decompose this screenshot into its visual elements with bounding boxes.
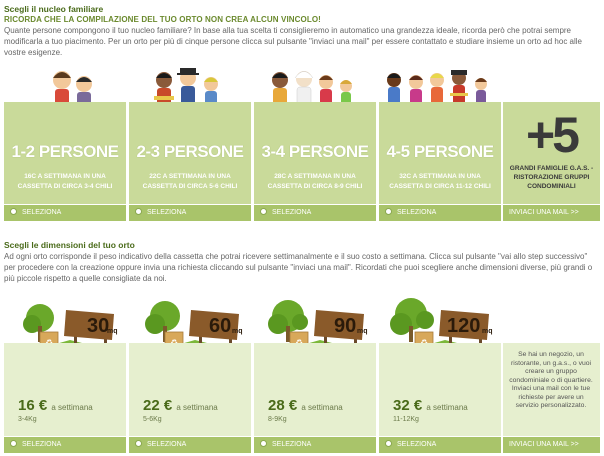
size-section-title: Scegli le dimensioni del tuo orto (4, 240, 135, 250)
radio-icon[interactable] (135, 208, 142, 215)
svg-text:mq: mq (482, 328, 493, 335)
size-option-card-60[interactable]: 22 € a settimana 5-6Kg (129, 343, 251, 436)
size-weight: 5-6Kg (143, 416, 162, 423)
size-select-radio-120[interactable]: SELEZIONA (379, 437, 501, 453)
family-option-desc: 16C A SETTIMANA IN UNA CASSETTA DI CIRCA… (17, 173, 113, 190)
family-intro: RICORDA CHE LA COMPILAZIONE DEL TUO ORTO… (4, 14, 600, 58)
family-section-title: Scegli il nucleo familiare (4, 4, 104, 14)
size-select-radio-90[interactable]: SELEZIONA (254, 437, 376, 453)
plus-five-label: +5 (525, 107, 580, 163)
radio-icon[interactable] (10, 440, 17, 447)
size-price: 22 € a settimana (143, 397, 218, 414)
size-weight: 11-12Kg (393, 416, 419, 423)
family-option-desc: 22C A SETTIMANA IN UNA CASSETTA DI CIRCA… (142, 173, 238, 190)
select-radio-2-3[interactable]: SELEZIONA (129, 205, 251, 221)
family-option-card-2-3[interactable]: 2-3 PERSONE 22C A SETTIMANA IN UNA CASSE… (129, 102, 251, 204)
select-radio-1-2[interactable]: SELEZIONA (4, 205, 126, 221)
size-price: 32 € a settimana (393, 397, 468, 414)
size-info-text: Se hai un negozio, un ristorante, un g.a… (509, 351, 593, 409)
svg-text:mq: mq (357, 328, 368, 335)
garden-sign-value: 30 (87, 315, 109, 337)
family-more-card: +5 GRANDI FAMIGLIE G.A.S. - RISTORAZIONE… (503, 102, 600, 204)
family-option-label: 2-3 PERSONE (136, 142, 244, 161)
family-option-card-4-5[interactable]: 4-5 PERSONE 32C A SETTIMANA IN UNA CASSE… (379, 102, 501, 204)
size-select-radio-30[interactable]: SELEZIONA (4, 437, 126, 453)
radio-icon[interactable] (385, 440, 392, 447)
size-weight: 3-4Kg (18, 416, 37, 423)
size-option-card-120[interactable]: 32 € a settimana 11-12Kg (379, 343, 501, 436)
radio-icon[interactable] (135, 440, 142, 447)
radio-icon[interactable] (260, 208, 267, 215)
family-option-desc: 32C A SETTIMANA IN UNA CASSETTA DI CIRCA… (389, 173, 491, 190)
svg-text:mq: mq (232, 328, 243, 335)
size-price: 28 € a settimana (268, 397, 343, 414)
size-option-card-90[interactable]: 28 € a settimana 8-9Kg (254, 343, 376, 436)
family-intro-body: Quante persone compongono il tuo nucleo … (4, 26, 582, 57)
size-intro: Ad ogni orto corrisponde il peso indicat… (4, 252, 593, 283)
family-mail-button[interactable]: INVIACI UNA MAIL >> (503, 205, 600, 221)
size-price: 16 € a settimana (18, 397, 93, 414)
family-option-card-3-4[interactable]: 3-4 PERSONE 28C A SETTIMANA IN UNA CASSE… (254, 102, 376, 204)
family-option-label: 4-5 PERSONE (386, 142, 494, 161)
select-radio-3-4[interactable]: SELEZIONA (254, 205, 376, 221)
radio-icon[interactable] (385, 208, 392, 215)
family-option-label: 1-2 PERSONE (11, 142, 119, 161)
radio-icon[interactable] (260, 440, 267, 447)
size-option-card-30[interactable]: 16 € a settimana 3-4Kg (4, 343, 126, 436)
svg-text:mq: mq (107, 328, 118, 335)
family-option-card-1-2[interactable]: 1-2 PERSONE 16C A SETTIMANA IN UNA CASSE… (4, 102, 126, 204)
family-intro-caps: RICORDA CHE LA COMPILAZIONE DEL TUO ORTO… (4, 15, 321, 24)
family-option-desc: 28C A SETTIMANA IN UNA CASSETTA DI CIRCA… (267, 173, 363, 190)
size-select-radio-60[interactable]: SELEZIONA (129, 437, 251, 453)
size-weight: 8-9Kg (268, 416, 287, 423)
family-option-label: 3-4 PERSONE (261, 142, 369, 161)
garden-sign-value: 120 (447, 315, 480, 337)
radio-icon[interactable] (10, 208, 17, 215)
size-info-card: Se hai un negozio, un ristorante, un g.a… (503, 343, 600, 436)
family-more-text: GRANDI FAMIGLIE G.A.S. - RISTORAZIONE GR… (509, 165, 594, 190)
garden-sign-value: 90 (334, 315, 356, 337)
size-mail-button[interactable]: INVIACI UNA MAIL >> (503, 437, 600, 453)
garden-sign-value: 60 (209, 315, 231, 337)
select-radio-4-5[interactable]: SELEZIONA (379, 205, 501, 221)
